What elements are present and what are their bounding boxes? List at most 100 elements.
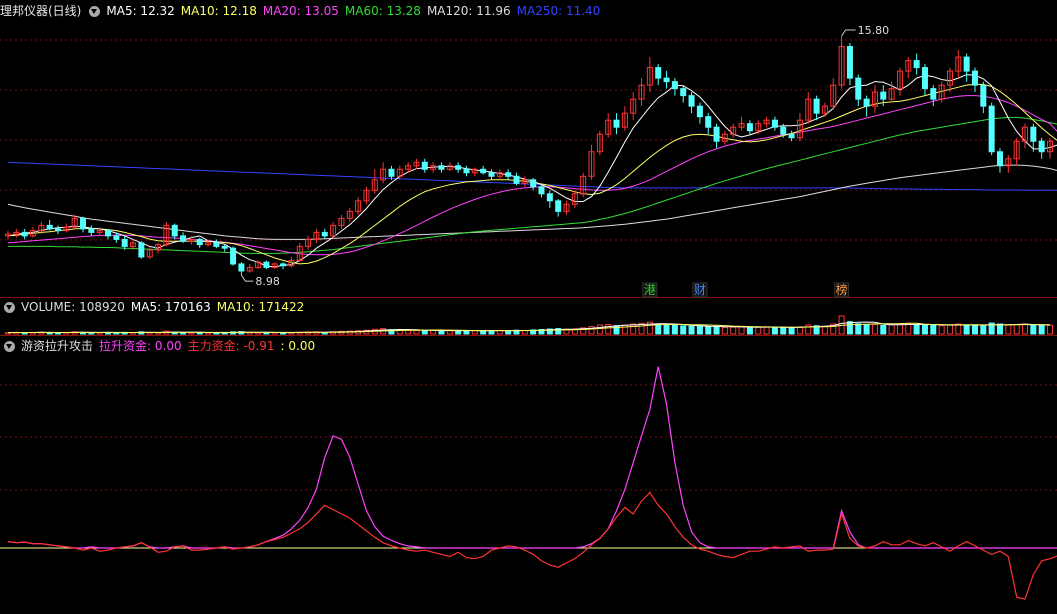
candle-body [221, 245, 228, 249]
volume-legend-item: MA5: 170163 [130, 300, 211, 314]
indicator-legend-item: 主力资金: -0.91 [187, 339, 275, 353]
candle-body [930, 88, 937, 100]
candle-body [413, 161, 420, 167]
volume-bar [188, 332, 195, 335]
candle-body [838, 46, 845, 86]
candle-body [646, 67, 653, 86]
candle-body [1021, 126, 1028, 142]
volume-bar [421, 330, 428, 335]
low-price-label: 8.98 [255, 275, 280, 288]
candle-body [530, 179, 537, 188]
volume-bar [246, 331, 253, 335]
candle-body [963, 56, 970, 72]
candle-body [488, 172, 495, 177]
candle-body [330, 224, 337, 237]
volume-bar [371, 328, 378, 335]
volume-bar [1038, 324, 1045, 335]
volume-bar [763, 326, 770, 335]
candle-body [721, 133, 728, 142]
volume-bar [796, 326, 803, 335]
candle-body [638, 84, 645, 100]
candle-body [238, 263, 245, 272]
candle-body [296, 245, 303, 261]
candle-body [855, 77, 862, 100]
volume-bar [838, 315, 845, 335]
main-legend: 理邦仪器(日线) MA5: 12.32 MA10: 12.18 MA20: 13… [0, 2, 606, 20]
volume-bar [205, 332, 212, 335]
volume-bar [488, 330, 495, 335]
candle-body [4, 233, 12, 237]
candle-body [280, 263, 287, 267]
ma-legend-item: MA20: 13.05 [262, 4, 339, 18]
volume-bar [180, 332, 187, 335]
volume-bar [430, 329, 437, 335]
volume-bar [221, 332, 228, 335]
candle-body [771, 119, 778, 128]
volume-bar [388, 329, 395, 335]
collapse-main-icon[interactable] [89, 5, 101, 17]
volume-bar [413, 329, 420, 335]
candle-body [105, 230, 112, 237]
candle-body [921, 67, 928, 90]
volume-bar [996, 323, 1003, 335]
volume-bar [938, 325, 945, 335]
collapse-indicator-icon[interactable] [4, 340, 15, 352]
candle-body [338, 217, 345, 226]
volume-bar [463, 330, 470, 335]
volume-bar [155, 332, 162, 335]
candle-body [288, 259, 295, 267]
volume-bar [671, 324, 678, 335]
candle-body [396, 168, 403, 177]
candle-body [471, 168, 478, 174]
volume-bar [771, 326, 778, 335]
volume-bar [630, 323, 637, 335]
volume-bar [230, 331, 237, 335]
candle-body [663, 77, 670, 83]
volume-bar [546, 328, 553, 335]
candle-body [980, 84, 987, 107]
volume-bar [605, 324, 612, 335]
candle-body [146, 249, 153, 258]
volume-bar [13, 331, 20, 335]
candle-body [371, 179, 378, 191]
volume-bar [646, 321, 653, 335]
volume-bar [71, 331, 78, 335]
candle-body [738, 123, 745, 128]
volume-bar [46, 332, 53, 335]
candle-body [755, 123, 762, 132]
volume-ma5-line [7, 321, 1051, 334]
volume-bar [680, 325, 687, 335]
candle-body [171, 224, 178, 237]
candle-body [405, 165, 412, 170]
volume-bar [880, 324, 887, 335]
volume-bar [1005, 324, 1012, 335]
candle-body [246, 266, 253, 272]
candle-body [1013, 140, 1020, 160]
event-badge-box [834, 282, 850, 298]
indicator-legend-item: 拉升资金: 0.00 [99, 339, 182, 353]
volume-bar [263, 332, 270, 335]
candle-body [30, 230, 37, 237]
event-badge-box [692, 282, 708, 298]
volume-bar [830, 323, 837, 335]
ma250-line [7, 161, 1057, 191]
collapse-volume-icon[interactable] [4, 301, 15, 313]
candle-body [446, 165, 453, 170]
candle-body [388, 168, 395, 177]
volume-bar [588, 325, 595, 335]
indicator-name: 游资拉升攻击 [21, 339, 94, 353]
volume-bar [113, 331, 120, 335]
volume-bar [1013, 324, 1020, 335]
candle-body [321, 231, 328, 237]
volume-bar [146, 332, 153, 335]
volume-bar [846, 321, 853, 335]
candle-body [713, 126, 720, 142]
volume-bar [955, 323, 962, 335]
volume-bar [1046, 324, 1054, 335]
candle-body [496, 172, 503, 177]
volume-bar [871, 324, 878, 335]
candle-body [696, 105, 703, 118]
volume-bar [780, 327, 787, 335]
volume-bar [730, 326, 737, 335]
candle-body [271, 263, 278, 268]
